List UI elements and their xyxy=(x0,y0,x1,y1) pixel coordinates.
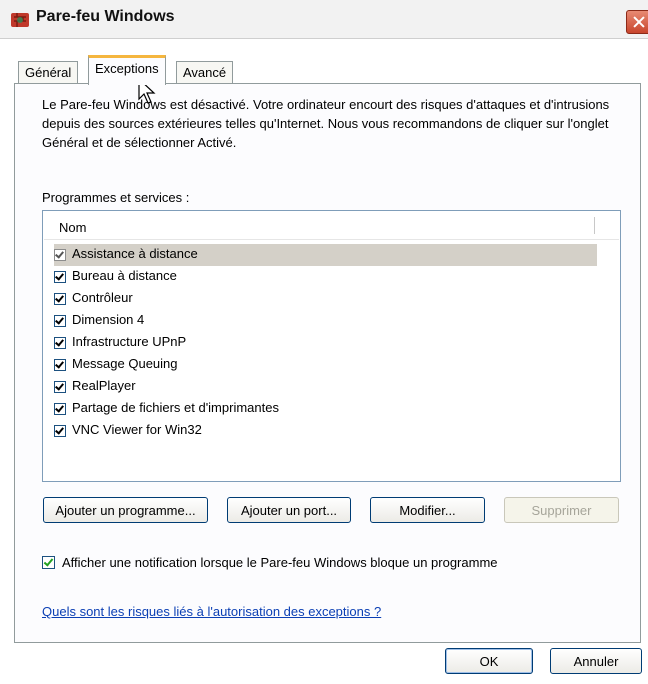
list-item-label: Infrastructure UPnP xyxy=(72,334,187,349)
list-item[interactable]: Contrôleur xyxy=(54,288,597,310)
delete-button[interactable]: Supprimer xyxy=(504,497,619,523)
firewall-icon xyxy=(11,13,29,27)
notification-label[interactable]: Afficher une notification lorsque le Par… xyxy=(62,555,498,570)
list-item-checkbox[interactable] xyxy=(54,249,66,261)
tab-advanced[interactable]: Avancé xyxy=(176,61,234,83)
list-item-label: Message Queuing xyxy=(72,356,178,371)
list-item-label: VNC Viewer for Win32 xyxy=(72,422,202,437)
list-item-checkbox[interactable] xyxy=(54,403,66,415)
add-port-button[interactable]: Ajouter un port... xyxy=(227,497,351,523)
list-item-checkbox[interactable] xyxy=(54,425,66,437)
column-name: Nom xyxy=(59,220,87,235)
tab-general[interactable]: Général xyxy=(18,61,79,83)
list-item[interactable]: RealPlayer xyxy=(54,376,597,398)
firewall-disabled-warning: Le Pare-feu Windows est désactivé. Votre… xyxy=(42,97,610,150)
add-program-button[interactable]: Ajouter un programme... xyxy=(43,497,208,523)
list-item-label: Dimension 4 xyxy=(72,312,145,327)
ok-button[interactable]: OK xyxy=(445,648,533,674)
modify-button[interactable]: Modifier... xyxy=(370,497,485,523)
list-item-checkbox[interactable] xyxy=(54,271,66,283)
title-bar: Pare-feu Windows xyxy=(0,0,648,39)
list-item[interactable]: Dimension 4 xyxy=(54,310,597,332)
list-item[interactable]: Infrastructure UPnP xyxy=(54,332,597,354)
programs-label: Programmes et services : xyxy=(42,190,190,205)
list-item-checkbox[interactable] xyxy=(54,337,66,349)
column-separator[interactable] xyxy=(594,217,595,234)
list-item-label: Contrôleur xyxy=(72,290,133,305)
list-item[interactable]: Message Queuing xyxy=(54,354,597,376)
tab-exceptions[interactable]: Exceptions xyxy=(88,55,166,85)
list-item-checkbox[interactable] xyxy=(54,315,66,327)
notification-checkbox[interactable] xyxy=(42,556,55,569)
programs-list[interactable]: Nom Assistance à distance Bureau à dista… xyxy=(42,210,621,482)
list-item-checkbox[interactable] xyxy=(54,381,66,393)
cancel-button[interactable]: Annuler xyxy=(550,648,642,674)
window-title: Pare-feu Windows xyxy=(36,8,175,25)
list-column-header[interactable]: Nom xyxy=(44,212,619,240)
list-item-label: Bureau à distance xyxy=(72,268,177,283)
list-item[interactable]: VNC Viewer for Win32 xyxy=(54,420,597,442)
list-item-checkbox[interactable] xyxy=(54,359,66,371)
list-item-label: Partage de fichiers et d'imprimantes xyxy=(72,400,279,415)
list-item[interactable]: Bureau à distance xyxy=(54,266,597,288)
list-item[interactable]: Assistance à distance xyxy=(54,244,597,266)
list-item-checkbox[interactable] xyxy=(54,293,66,305)
exceptions-risks-help-link[interactable]: Quels sont les risques liés à l'autorisa… xyxy=(42,604,381,619)
list-item[interactable]: Partage de fichiers et d'imprimantes xyxy=(54,398,597,420)
list-item-label: Assistance à distance xyxy=(72,246,198,261)
list-item-label: RealPlayer xyxy=(72,378,136,393)
close-button[interactable] xyxy=(626,10,648,34)
